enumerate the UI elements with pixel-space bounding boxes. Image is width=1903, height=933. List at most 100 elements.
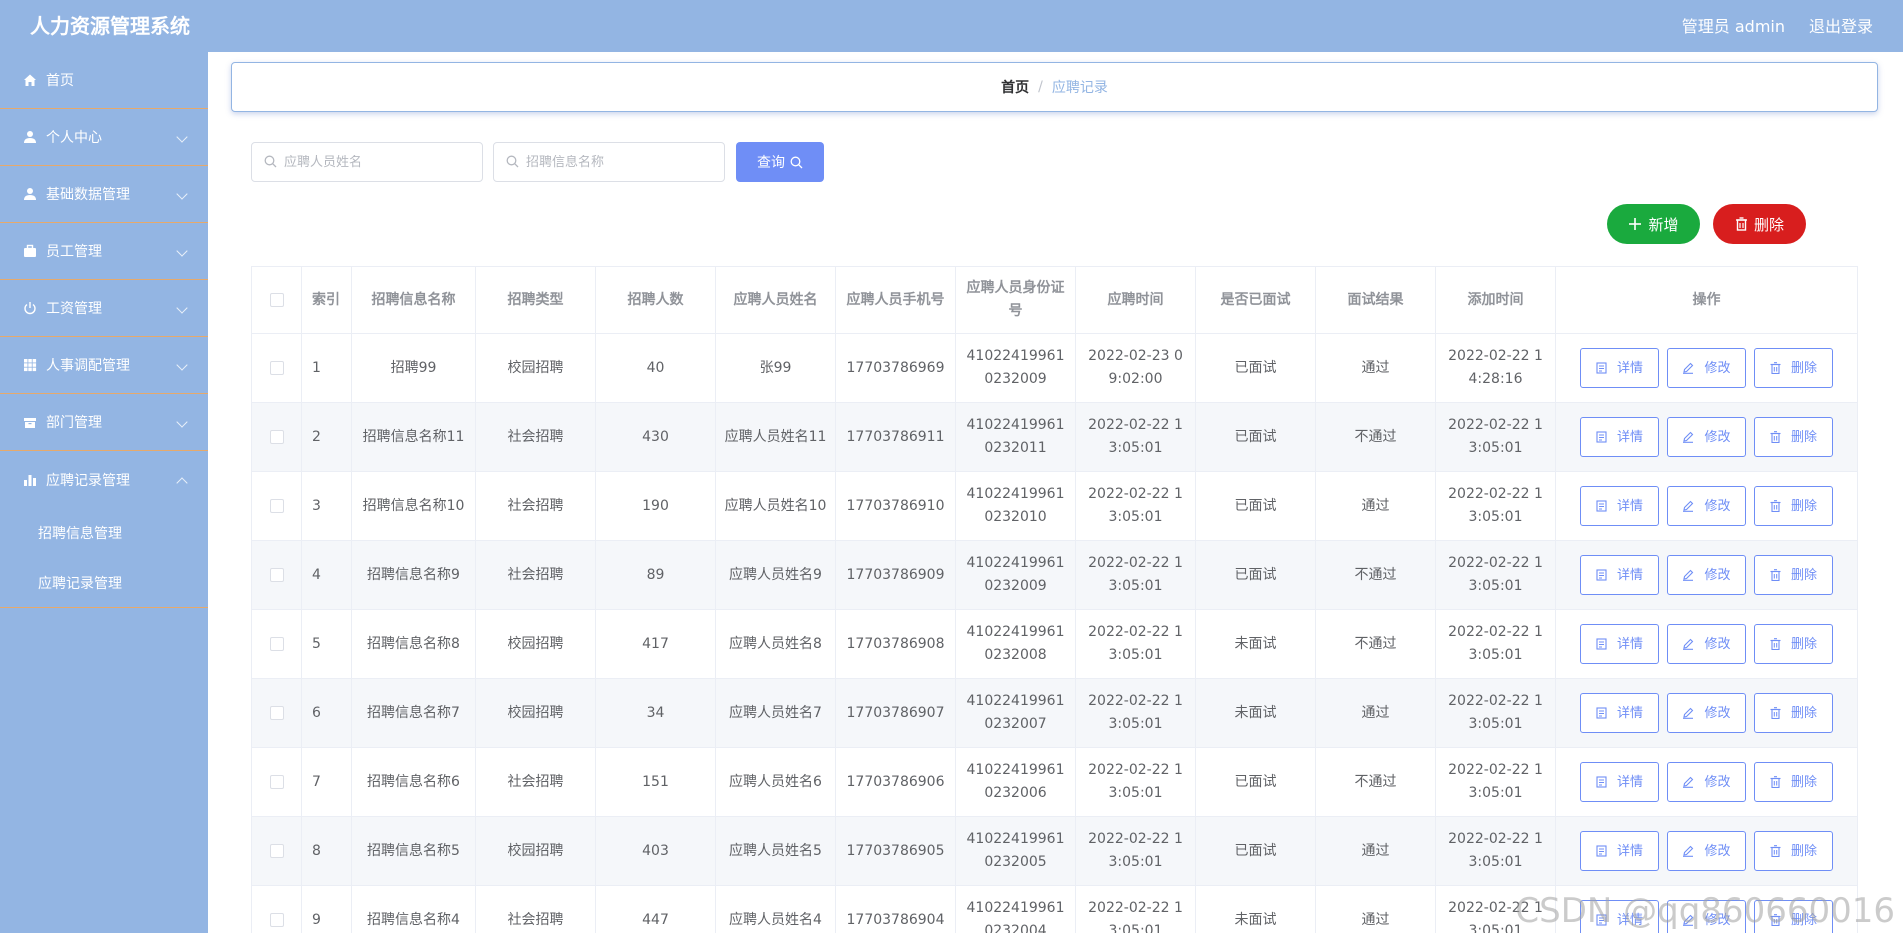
recruit-info-input[interactable]: [526, 154, 706, 170]
edit-button[interactable]: 修改: [1667, 486, 1746, 526]
briefcase-icon: [22, 243, 38, 259]
cell-applicant-name: 应聘人员姓名5: [715, 816, 836, 886]
sidebar-item-applications[interactable]: 应聘记录管理: [0, 451, 208, 508]
sidebar-item-salary[interactable]: 工资管理: [0, 280, 208, 337]
query-button-label: 查询: [757, 155, 785, 171]
cell-interview-result: 通过: [1315, 816, 1436, 886]
detail-button[interactable]: 详情: [1580, 486, 1659, 526]
cell-applicant-idcard: 410224199610232007: [955, 678, 1076, 748]
cell-applicant-name: 应聘人员姓名11: [715, 402, 836, 472]
sidebar-item-department[interactable]: 部门管理: [0, 394, 208, 451]
submenu-item-recruit-info[interactable]: 招聘信息管理: [0, 508, 208, 558]
detail-button[interactable]: 详情: [1580, 417, 1659, 457]
edit-button[interactable]: 修改: [1667, 693, 1746, 733]
cell-apply-time: 2022-02-22 13:05:01: [1075, 540, 1196, 610]
cell-index: 1: [301, 333, 352, 403]
cell-applicant-phone: 17703786911: [835, 402, 956, 472]
row-checkbox[interactable]: [269, 843, 284, 858]
cell-recruit-info: 招聘信息名称5: [351, 816, 476, 886]
cell-operations: 详情 修改 删除: [1555, 333, 1858, 403]
cell-operations: 详情 修改 删除: [1555, 471, 1858, 541]
cell-interview-result: 通过: [1315, 471, 1436, 541]
delete-button[interactable]: 删除: [1754, 693, 1833, 733]
delete-button[interactable]: 删除: [1754, 624, 1833, 664]
cell-recruit-count: 417: [595, 609, 716, 679]
search-icon: [264, 155, 278, 169]
cell-interviewed: 已面试: [1195, 816, 1316, 886]
edit-button-label: 修改: [1704, 843, 1731, 859]
cell-recruit-info: 招聘99: [351, 333, 476, 403]
edit-button[interactable]: 修改: [1667, 624, 1746, 664]
cell-recruit-info: 招聘信息名称8: [351, 609, 476, 679]
cell-applicant-idcard: 410224199610232005: [955, 816, 1076, 886]
detail-button-label: 详情: [1616, 636, 1643, 652]
sidebar-item-basic-data[interactable]: 基础数据管理: [0, 166, 208, 223]
sidebar-item-profile[interactable]: 个人中心: [0, 109, 208, 166]
row-checkbox[interactable]: [269, 705, 284, 720]
edit-button[interactable]: 修改: [1667, 348, 1746, 388]
delete-button[interactable]: 删除: [1754, 348, 1833, 388]
delete-button[interactable]: 删除: [1754, 555, 1833, 595]
detail-button[interactable]: 详情: [1580, 348, 1659, 388]
detail-button[interactable]: 详情: [1580, 762, 1659, 802]
cell-applicant-name: 应聘人员姓名9: [715, 540, 836, 610]
cell-operations: 详情 修改 删除: [1555, 816, 1858, 886]
cell-apply-time: 2022-02-22 13:05:01: [1075, 816, 1196, 886]
detail-button[interactable]: 详情: [1580, 693, 1659, 733]
recruit-info-search[interactable]: [493, 142, 725, 182]
cell-apply-time: 2022-02-22 13:05:01: [1075, 747, 1196, 817]
cell-add-time: 2022-02-22 13:05:01: [1435, 747, 1556, 817]
delete-button[interactable]: 删除: [1754, 417, 1833, 457]
edit-icon: [1682, 569, 1699, 581]
delete-button[interactable]: 删除: [1754, 762, 1833, 802]
submenu-item-application-records[interactable]: 应聘记录管理: [0, 558, 208, 608]
applicant-name-input[interactable]: [284, 154, 464, 170]
row-checkbox[interactable]: [269, 774, 284, 789]
column-header: 应聘人员手机号: [835, 266, 956, 334]
edit-button[interactable]: 修改: [1667, 762, 1746, 802]
cell-apply-time: 2022-02-22 13:05:01: [1075, 678, 1196, 748]
document-icon: [1596, 431, 1612, 443]
row-checkbox[interactable]: [269, 360, 284, 375]
applicant-name-search[interactable]: [251, 142, 483, 182]
edit-button[interactable]: 修改: [1667, 831, 1746, 871]
sidebar-item-label: 基础数据管理: [46, 187, 130, 203]
edit-button[interactable]: 修改: [1667, 555, 1746, 595]
cell-interview-result: 不通过: [1315, 540, 1436, 610]
breadcrumb-home[interactable]: 首页: [1001, 77, 1029, 97]
cell-recruit-type: 校园招聘: [475, 678, 596, 748]
sidebar-item-employee[interactable]: 员工管理: [0, 223, 208, 280]
cell-interviewed: 已面试: [1195, 540, 1316, 610]
delete-button[interactable]: 删除: [1754, 486, 1833, 526]
edit-button[interactable]: 修改: [1667, 417, 1746, 457]
row-checkbox[interactable]: [269, 912, 284, 927]
cell-add-time: 2022-02-22 13:05:01: [1435, 816, 1556, 886]
detail-button[interactable]: 详情: [1580, 831, 1659, 871]
cell-recruit-count: 190: [595, 471, 716, 541]
row-select-cell: [251, 333, 302, 403]
cell-index: 4: [301, 540, 352, 610]
detail-button[interactable]: 详情: [1580, 555, 1659, 595]
table-row: 6 招聘信息名称7 校园招聘 34 应聘人员姓名7 17703786907 41022419…: [251, 678, 1858, 748]
document-icon: [1596, 638, 1612, 650]
plus-icon: [1628, 217, 1642, 231]
cell-applicant-idcard: 410224199610232009: [955, 540, 1076, 610]
sidebar-item-home[interactable]: 首页: [0, 52, 208, 109]
edit-icon: [1682, 845, 1699, 857]
row-checkbox[interactable]: [269, 498, 284, 513]
cell-index: 9: [301, 885, 352, 933]
add-button[interactable]: 新增: [1607, 204, 1700, 244]
query-button[interactable]: 查询: [736, 142, 824, 182]
cell-applicant-name: 应聘人员姓名10: [715, 471, 836, 541]
trash-icon: [1770, 569, 1786, 581]
cell-operations: 详情 修改 删除: [1555, 609, 1858, 679]
batch-delete-button[interactable]: 删除: [1713, 204, 1806, 244]
row-checkbox[interactable]: [269, 429, 284, 444]
logout-link[interactable]: 退出登录: [1809, 13, 1873, 37]
delete-button[interactable]: 删除: [1754, 831, 1833, 871]
row-checkbox[interactable]: [269, 636, 284, 651]
select-all-checkbox[interactable]: [269, 292, 284, 307]
detail-button[interactable]: 详情: [1580, 624, 1659, 664]
row-checkbox[interactable]: [269, 567, 284, 582]
sidebar-item-personnel[interactable]: 人事调配管理: [0, 337, 208, 394]
